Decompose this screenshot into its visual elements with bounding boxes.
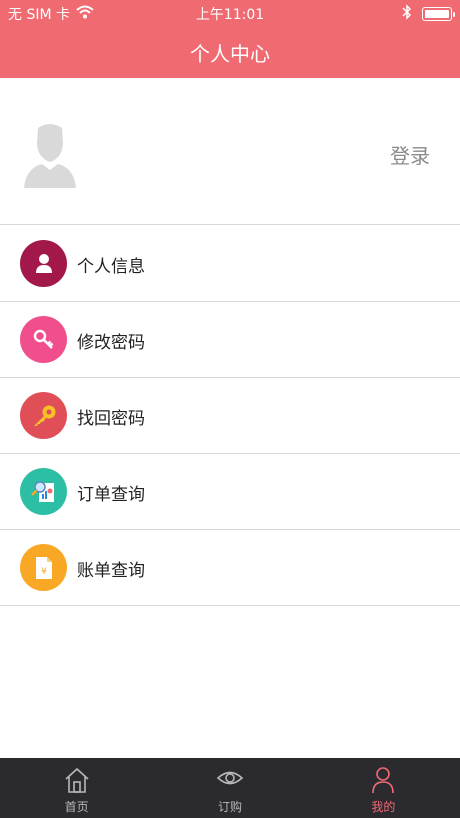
bill-document-icon: ¥: [20, 544, 67, 591]
menu-item-bill-query[interactable]: ¥ 账单查询: [0, 530, 460, 606]
person-icon: [20, 240, 67, 287]
golden-key-icon: [20, 392, 67, 439]
profile-section: 登录: [0, 78, 460, 225]
avatar-placeholder-icon[interactable]: [22, 122, 78, 188]
menu-item-label: 订单查询: [77, 485, 145, 505]
bluetooth-icon: [402, 4, 412, 24]
eye-icon: [216, 771, 244, 785]
home-icon: [65, 767, 89, 793]
tab-label: 我的: [371, 800, 396, 814]
tab-bar: 首页 订购 我的: [0, 758, 460, 818]
tab-mine[interactable]: 我的: [307, 758, 460, 818]
header: 无 SIM 卡 上午11:01 个人中心: [0, 0, 460, 78]
page-title: 个人中心: [190, 42, 270, 66]
report-search-icon: [20, 468, 67, 515]
status-bar: 无 SIM 卡 上午11:01: [0, 0, 460, 26]
menu-item-label: 找回密码: [77, 409, 145, 429]
menu-item-label: 账单查询: [77, 561, 145, 581]
tab-label: 首页: [64, 800, 89, 814]
menu-list: 个人信息 修改密码 找回密码 订单查询 ¥ 账单查询: [0, 226, 460, 606]
menu-item-recover-password[interactable]: 找回密码: [0, 378, 460, 454]
tab-home[interactable]: 首页: [0, 758, 153, 818]
battery-icon: [422, 7, 455, 21]
tab-label: 订购: [217, 800, 242, 814]
key-icon: [20, 316, 67, 363]
menu-item-label: 个人信息: [77, 257, 145, 277]
svg-text:¥: ¥: [41, 567, 47, 577]
login-button[interactable]: 登录: [390, 140, 430, 169]
menu-item-order-query[interactable]: 订单查询: [0, 454, 460, 530]
menu-item-personal-info[interactable]: 个人信息: [0, 226, 460, 302]
user-icon: [372, 767, 395, 794]
tab-order[interactable]: 订购: [153, 758, 306, 818]
menu-item-change-password[interactable]: 修改密码: [0, 302, 460, 378]
clock: 上午11:01: [195, 7, 265, 23]
menu-item-label: 修改密码: [77, 333, 145, 353]
